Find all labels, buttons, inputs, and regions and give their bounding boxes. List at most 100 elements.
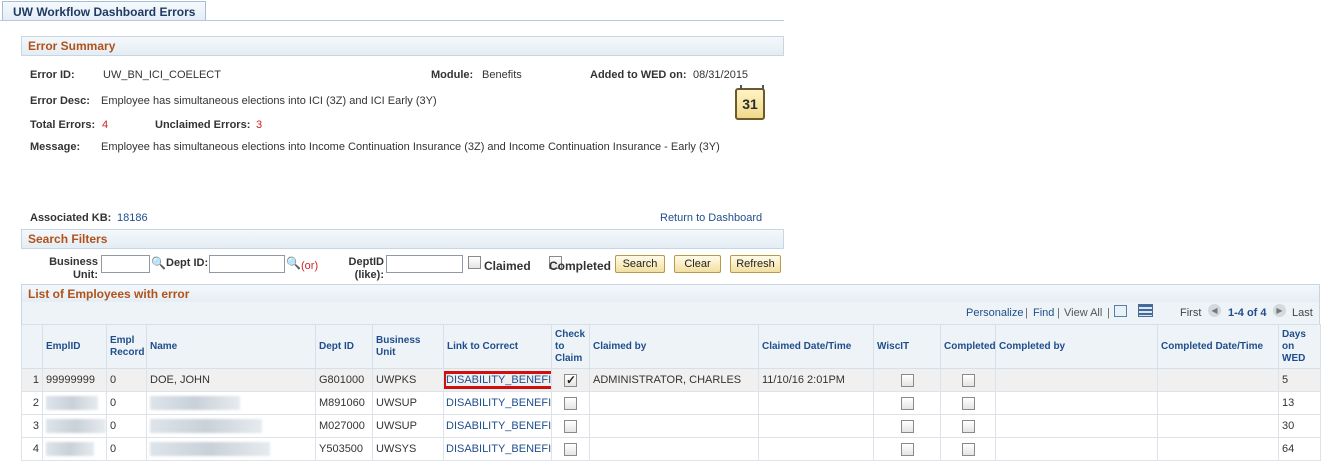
deptid-like-label: DeptID bbox=[348, 256, 384, 268]
column-header-business-unit[interactable]: Business Unit bbox=[372, 324, 444, 369]
empl-record-cell: 0 bbox=[106, 437, 147, 461]
column-header-completed-date-time[interactable]: Completed Date/Time bbox=[1157, 324, 1279, 369]
wiscit-cell[interactable] bbox=[873, 368, 941, 392]
dept-id-cell: M027000 bbox=[315, 414, 373, 438]
completed-cell[interactable] bbox=[940, 391, 996, 415]
wiscit-cell[interactable] bbox=[873, 414, 941, 438]
wiscit-cell[interactable] bbox=[873, 437, 941, 461]
link-to-correct-link[interactable]: DISABILITY_BENEFIT bbox=[445, 442, 551, 456]
row-number: 1 bbox=[21, 368, 43, 392]
claimed-label: Claimed bbox=[484, 259, 531, 273]
wiscit-checkbox[interactable] bbox=[900, 442, 914, 456]
find-link[interactable]: Find bbox=[1033, 307, 1054, 319]
link-to-correct-cell[interactable]: DISABILITY_BENEFIT bbox=[443, 368, 552, 392]
completed-cell[interactable] bbox=[940, 368, 996, 392]
view-all-link[interactable]: View All bbox=[1064, 307, 1102, 319]
refresh-button[interactable]: Refresh bbox=[730, 255, 781, 273]
column-header-days-on-wed[interactable]: Days on WED bbox=[1278, 324, 1321, 369]
days-on-wed-value: 30 bbox=[1282, 420, 1295, 432]
business-unit-value: UWSUP bbox=[376, 420, 417, 432]
link-to-correct-link[interactable]: DISABILITY_BENEFIT bbox=[444, 371, 551, 389]
tab-divider bbox=[0, 20, 784, 21]
column-header-check-to-claim[interactable]: Check to Claim bbox=[551, 324, 590, 369]
link-to-correct-link[interactable]: DISABILITY_BENEFIT bbox=[445, 419, 551, 433]
completed-by-cell bbox=[995, 368, 1158, 392]
download-spreadsheet-icon[interactable] bbox=[1138, 304, 1153, 317]
days-on-wed-value: 5 bbox=[1282, 374, 1289, 386]
row-number: 2 bbox=[21, 391, 43, 415]
check-to-claim-cell[interactable] bbox=[551, 368, 590, 392]
check-to-claim-cell[interactable] bbox=[551, 391, 590, 415]
search-filters-header: Search Filters bbox=[21, 229, 784, 249]
column-header-link-to-correct[interactable]: Link to Correct bbox=[443, 324, 552, 369]
associated-kb-link[interactable]: 18186 bbox=[117, 212, 148, 224]
column-header-completed-by[interactable]: Completed by bbox=[995, 324, 1158, 369]
wiscit-checkbox[interactable] bbox=[900, 396, 914, 410]
column-header-completed[interactable]: Completed bbox=[940, 324, 996, 369]
completed-date-time-cell bbox=[1157, 391, 1279, 415]
business-unit-lookup-icon[interactable]: 🔍 bbox=[151, 256, 166, 270]
claimed-by-cell bbox=[589, 414, 759, 438]
message-label: Message: bbox=[30, 141, 81, 153]
unclaimed-errors-label: Unclaimed Errors: bbox=[155, 119, 251, 131]
previous-arrow-icon[interactable]: ◀ bbox=[1208, 304, 1221, 317]
link-to-correct-cell[interactable]: DISABILITY_BENEFIT bbox=[443, 437, 552, 461]
completed-checkbox-row[interactable] bbox=[961, 419, 975, 433]
page-range: 1-4 of 4 bbox=[1228, 307, 1267, 319]
return-to-dashboard-link[interactable]: Return to Dashboard bbox=[660, 212, 762, 224]
deptid-like-input[interactable] bbox=[386, 255, 463, 273]
completed-label: Completed bbox=[549, 259, 612, 273]
tab-uw-workflow-dashboard-errors[interactable]: UW Workflow Dashboard Errors bbox=[2, 1, 207, 21]
check-to-claim-cell[interactable] bbox=[551, 414, 590, 438]
claimed-by-cell bbox=[589, 437, 759, 461]
wiscit-cell[interactable] bbox=[873, 391, 941, 415]
new-window-icon[interactable] bbox=[1114, 305, 1127, 317]
clear-button[interactable]: Clear bbox=[674, 255, 721, 273]
business-unit-input[interactable] bbox=[101, 255, 150, 273]
claim-checkbox[interactable] bbox=[564, 396, 577, 410]
wiscit-checkbox[interactable] bbox=[900, 419, 914, 433]
column-header-empl-record[interactable]: Empl Record bbox=[106, 324, 147, 369]
emplid-value: 99999999 bbox=[46, 374, 95, 386]
column-header-claimed-date-time[interactable]: Claimed Date/Time bbox=[758, 324, 874, 369]
total-errors-label: Total Errors: bbox=[30, 119, 96, 131]
row-number-value: 3 bbox=[32, 420, 39, 432]
completed-date-time-cell bbox=[1157, 414, 1279, 438]
row-number-header bbox=[21, 324, 43, 369]
claim-checkbox[interactable] bbox=[564, 442, 577, 456]
completed-checkbox-row[interactable] bbox=[961, 396, 975, 410]
column-header-emplid[interactable]: EmplID bbox=[42, 324, 107, 369]
wiscit-checkbox[interactable] bbox=[900, 373, 914, 387]
calendar-icon[interactable]: 31 bbox=[735, 85, 765, 120]
redacted-emplid bbox=[46, 396, 98, 410]
dept-id-value: G801000 bbox=[319, 374, 365, 386]
personalize-link[interactable]: Personalize bbox=[966, 307, 1023, 319]
employee-list-header: List of Employees with error bbox=[21, 284, 1320, 304]
business-unit-label-line2: Unit: bbox=[72, 269, 98, 281]
next-arrow-icon[interactable]: ▶ bbox=[1273, 304, 1286, 317]
associated-kb-label: Associated KB: bbox=[30, 212, 112, 224]
claim-checkbox[interactable] bbox=[564, 419, 577, 433]
completed-checkbox-row[interactable] bbox=[961, 373, 975, 387]
dept-id-input[interactable] bbox=[209, 255, 285, 273]
row-number-value: 2 bbox=[32, 397, 39, 409]
column-header-dept-id[interactable]: Dept ID bbox=[315, 324, 373, 369]
claim-checkbox[interactable] bbox=[564, 373, 577, 387]
link-to-correct-cell[interactable]: DISABILITY_BENEFIT bbox=[443, 391, 552, 415]
link-to-correct-link[interactable]: DISABILITY_BENEFIT bbox=[445, 396, 551, 410]
column-header-name[interactable]: Name bbox=[146, 324, 316, 369]
redacted-name bbox=[150, 396, 240, 410]
link-to-correct-cell[interactable]: DISABILITY_BENEFIT bbox=[443, 414, 552, 438]
completed-cell[interactable] bbox=[940, 414, 996, 438]
completed-cell[interactable] bbox=[940, 437, 996, 461]
claimed-checkbox[interactable] bbox=[468, 256, 481, 269]
table-row: 4 0 Y503500 UWSYS DISABILITY_BENEFIT 64 bbox=[21, 437, 1321, 461]
dept-id-lookup-icon[interactable]: 🔍 bbox=[286, 256, 301, 270]
row-number: 4 bbox=[21, 437, 43, 461]
column-header-claimed-by[interactable]: Claimed by bbox=[589, 324, 759, 369]
completed-by-cell bbox=[995, 414, 1158, 438]
column-header-wiscit[interactable]: WiscIT bbox=[873, 324, 941, 369]
search-button[interactable]: Search bbox=[615, 255, 665, 273]
completed-checkbox-row[interactable] bbox=[961, 442, 975, 456]
check-to-claim-cell[interactable] bbox=[551, 437, 590, 461]
